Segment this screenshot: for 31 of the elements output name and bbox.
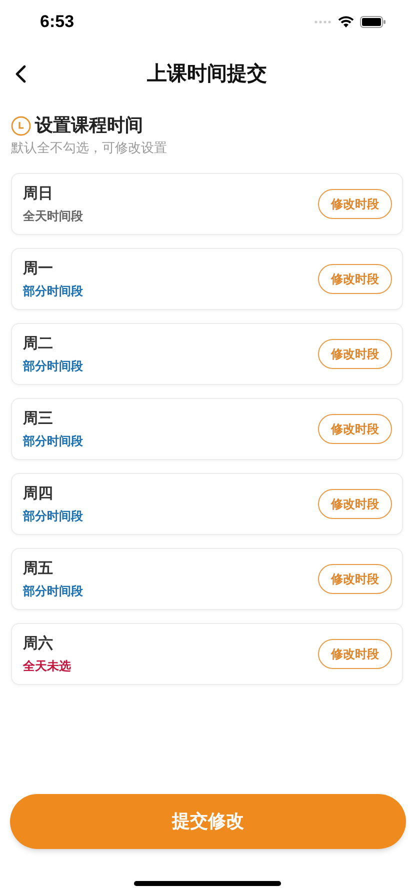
edit-time-button[interactable]: 修改时段 [318, 564, 392, 594]
day-status: 全天时间段 [23, 208, 83, 224]
section-subtitle: 默认全不勾选，可修改设置 [11, 139, 168, 157]
day-status: 全天未选 [23, 658, 71, 674]
day-name: 周五 [23, 558, 54, 578]
day-name: 周六 [23, 634, 54, 654]
edit-time-button[interactable]: 修改时段 [318, 264, 392, 294]
day-status: 部分时间段 [23, 358, 83, 374]
day-name: 周二 [23, 334, 54, 354]
day-name: 周四 [23, 484, 54, 504]
edit-time-button[interactable]: 修改时段 [318, 189, 392, 219]
wifi-icon [338, 16, 354, 28]
day-name: 周三 [23, 408, 54, 428]
edit-time-button[interactable]: 修改时段 [318, 489, 392, 519]
edit-time-button[interactable]: 修改时段 [318, 639, 392, 669]
battery-icon [360, 16, 386, 28]
day-name: 周一 [23, 258, 54, 278]
signal-icon [314, 20, 332, 24]
day-status: 部分时间段 [23, 508, 83, 524]
edit-time-button[interactable]: 修改时段 [318, 414, 392, 444]
back-icon [14, 65, 26, 83]
clock-icon [11, 116, 31, 136]
page-title: 上课时间提交 [147, 62, 267, 87]
edit-time-button[interactable]: 修改时段 [318, 339, 392, 369]
day-status: 部分时间段 [23, 582, 83, 600]
day-status: 部分时间段 [23, 282, 83, 300]
submit-button[interactable]: 提交修改 [10, 794, 406, 849]
day-name: 周日 [23, 184, 54, 204]
day-status: 部分时间段 [23, 432, 83, 450]
section-title: 设置课程时间 [35, 114, 143, 137]
status-time: 6:53 [40, 11, 74, 34]
